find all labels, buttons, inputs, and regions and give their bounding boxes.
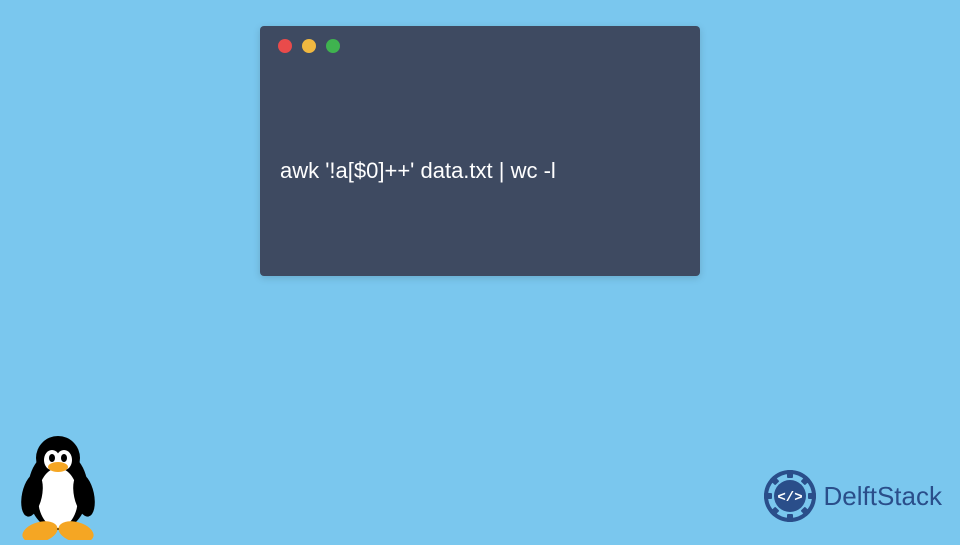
svg-text:</>: </> bbox=[777, 490, 802, 506]
terminal-titlebar bbox=[260, 26, 700, 66]
terminal-window: awk '!a[$0]++' data.txt | wc -l bbox=[260, 26, 700, 276]
terminal-body: awk '!a[$0]++' data.txt | wc -l bbox=[260, 66, 700, 276]
linux-tux-icon bbox=[10, 430, 105, 540]
brand-name: DelftStack bbox=[824, 481, 943, 512]
brand: </> DelftStack bbox=[764, 470, 943, 522]
close-icon[interactable] bbox=[278, 39, 292, 53]
minimize-icon[interactable] bbox=[302, 39, 316, 53]
delftstack-logo-icon: </> bbox=[764, 470, 816, 522]
maximize-icon[interactable] bbox=[326, 39, 340, 53]
terminal-command: awk '!a[$0]++' data.txt | wc -l bbox=[280, 158, 556, 184]
